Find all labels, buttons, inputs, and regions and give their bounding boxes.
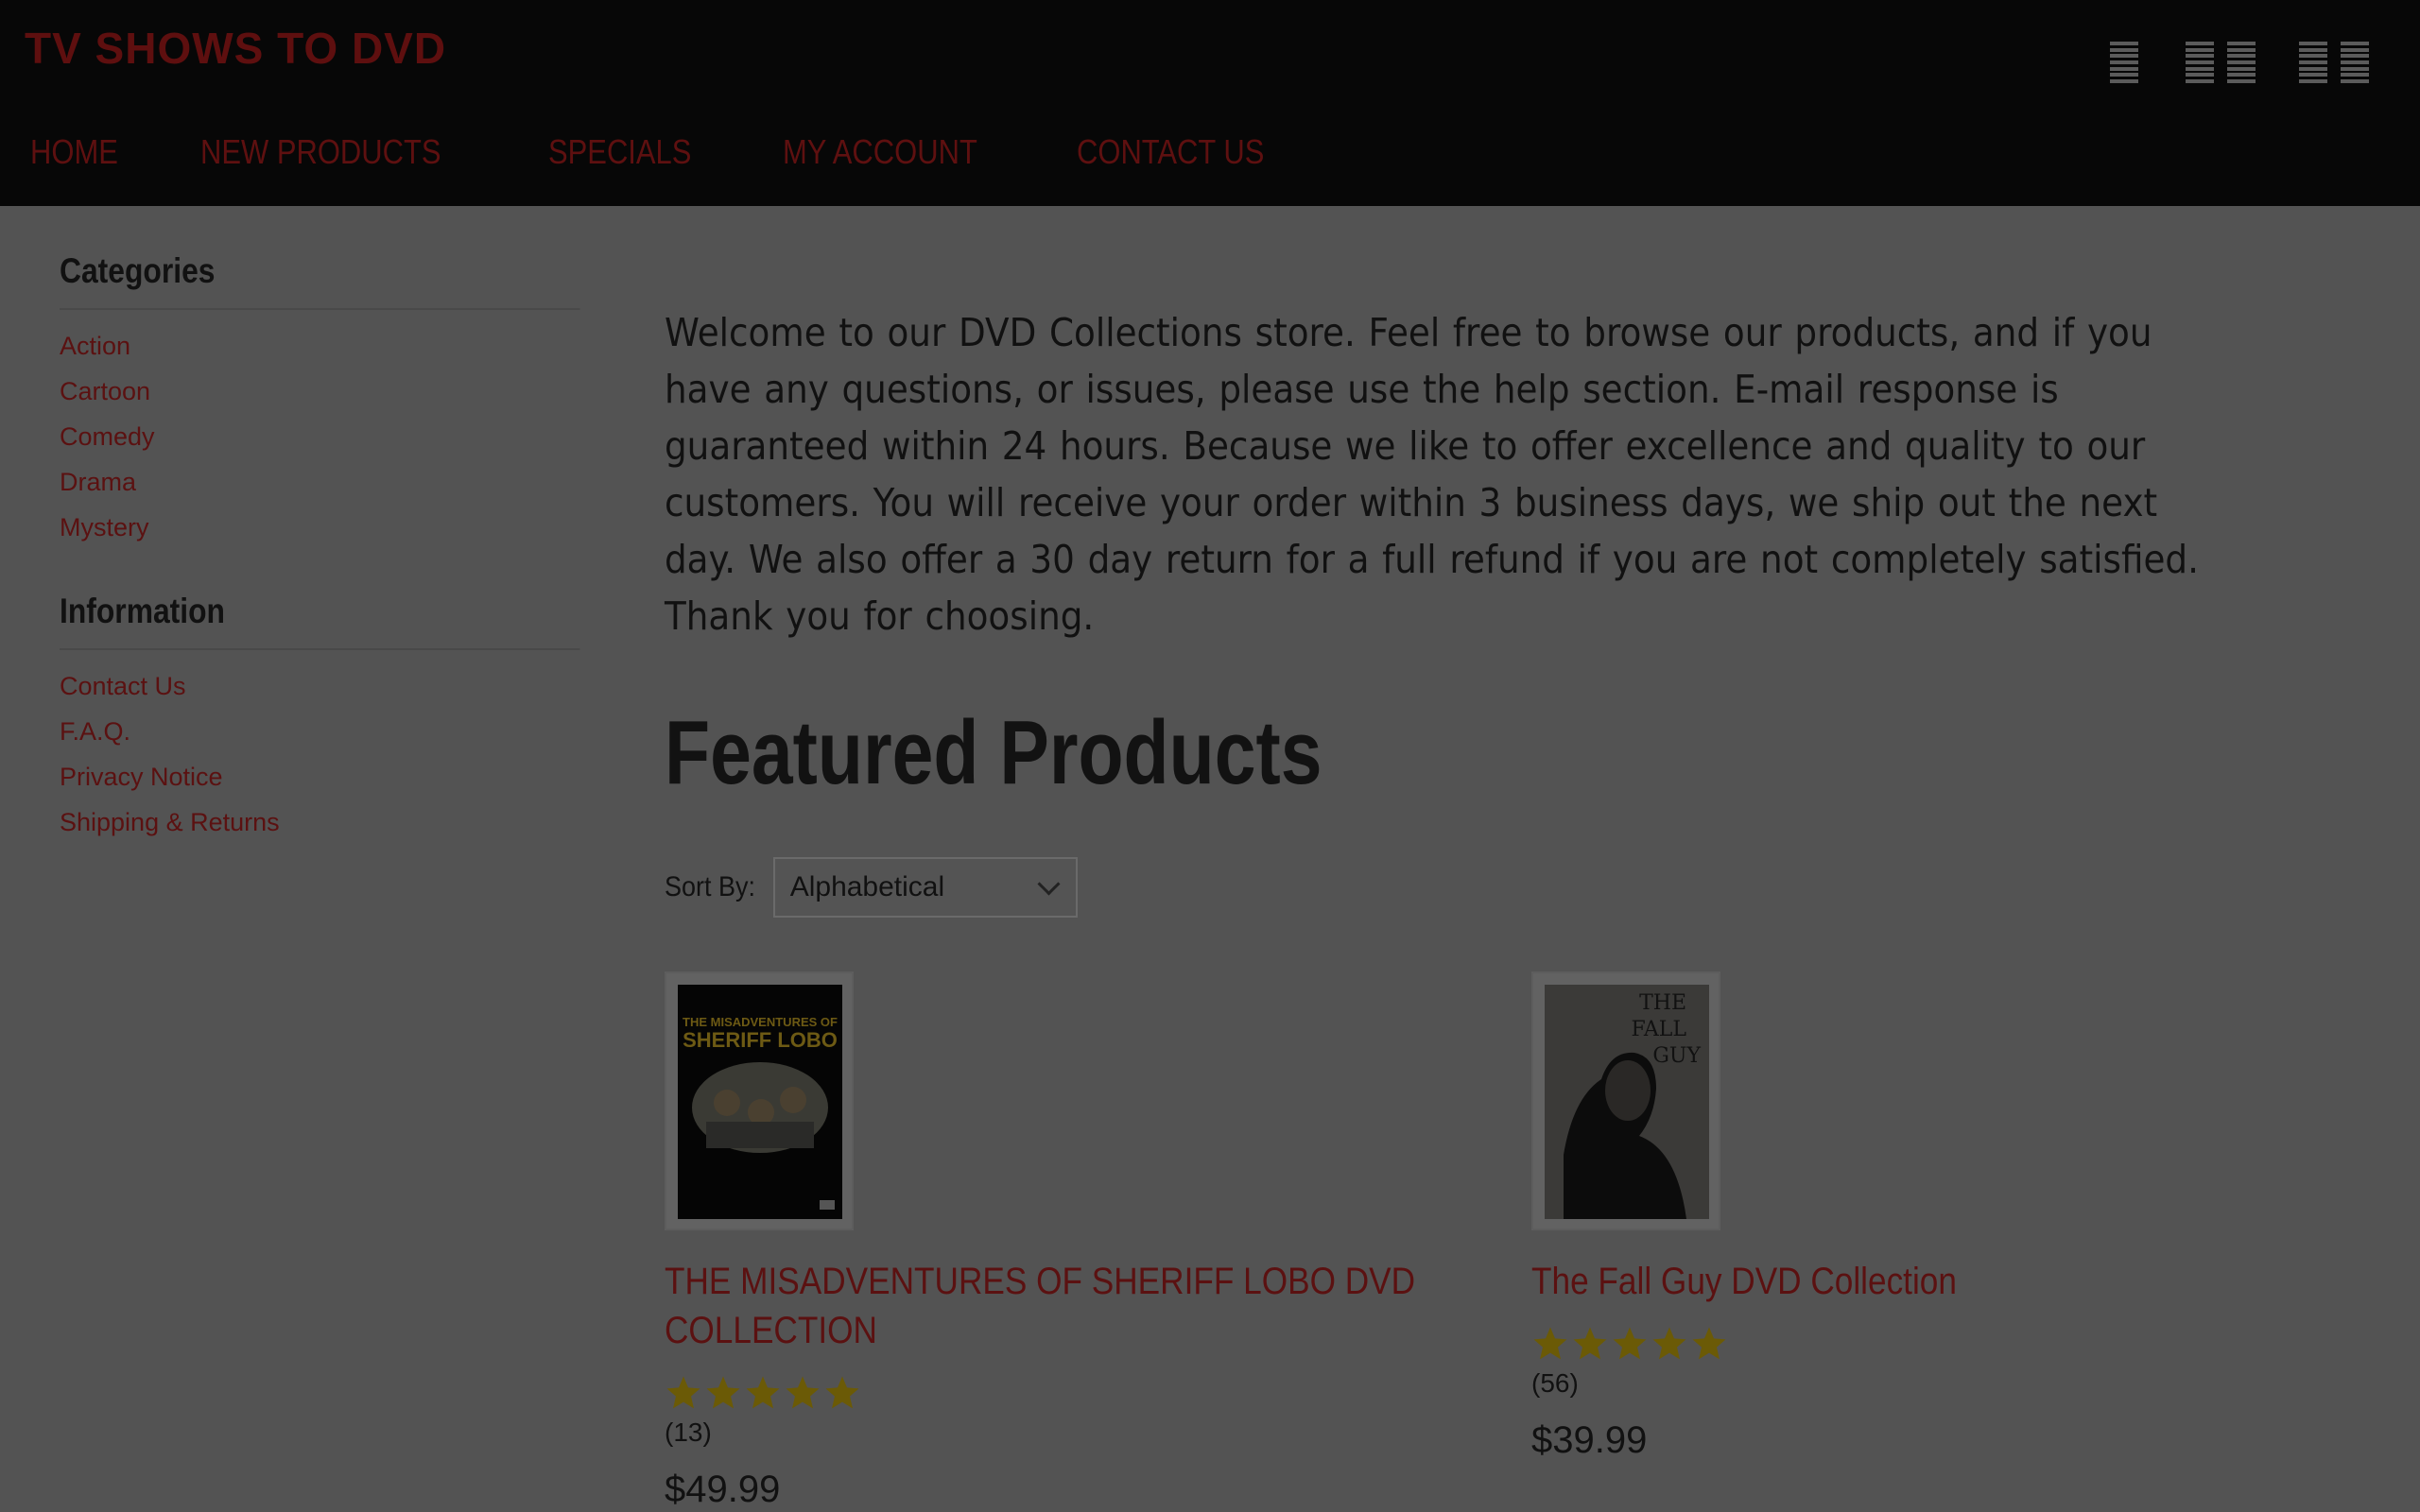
info-link-contact-us[interactable]: Contact Us (60, 672, 186, 701)
star-icon (1573, 1327, 1607, 1360)
product-image[interactable]: THE MISADVENTURES OF SHERIFF LOBO (665, 971, 854, 1230)
site-title[interactable]: TV SHOWS TO DVD (25, 23, 446, 74)
welcome-text: Welcome to our DVD Collections store. Fe… (665, 310, 2199, 639)
information-heading: Information (60, 592, 580, 650)
info-link-privacy-notice[interactable]: Privacy Notice (60, 763, 223, 792)
list-item: F.A.Q. (60, 709, 581, 754)
product-price: $39.99 (1531, 1419, 1648, 1461)
nav-home[interactable]: HOME (30, 132, 118, 176)
welcome-section: Welcome to our DVD Collections store. Fe… (665, 304, 2347, 644)
svg-text:FALL: FALL (1632, 1018, 1687, 1041)
svg-text:SHERIFF LOBO: SHERIFF LOBO (683, 1028, 838, 1052)
list-item: Cartoon (60, 369, 581, 414)
list-item: Contact Us (60, 663, 581, 709)
svg-text:THE MISADVENTURES OF: THE MISADVENTURES OF (683, 1015, 838, 1029)
category-link-drama[interactable]: Drama (60, 468, 136, 497)
product-image[interactable]: THE FALL GUY (1531, 971, 1720, 1230)
categories-block: Categories Action Cartoon Comedy Drama M… (60, 251, 581, 550)
sort-select[interactable]: Alphabetical (772, 857, 1078, 918)
dvd-cover-fall-guy: THE FALL GUY (1545, 985, 1709, 1219)
list-item: Shipping & Returns (60, 799, 581, 845)
two-column-view-icon[interactable] (2186, 42, 2256, 83)
star-icon (706, 1376, 740, 1409)
review-count: (13) (665, 1418, 712, 1447)
category-link-action[interactable]: Action (60, 332, 130, 361)
star-icon (1652, 1327, 1686, 1360)
star-icon (1692, 1327, 1726, 1360)
product-title-link[interactable]: THE MISADVENTURES OF SHERIFF LOBO DVD CO… (665, 1257, 1417, 1355)
info-link-faq[interactable]: F.A.Q. (60, 717, 130, 747)
svg-text:GUY: GUY (1652, 1044, 1701, 1068)
star-rating (665, 1374, 1421, 1414)
nav-my-account[interactable]: MY ACCOUNT (783, 132, 977, 176)
svg-text:THE: THE (1639, 991, 1686, 1015)
featured-products-heading: Featured Products (665, 702, 1322, 803)
site-header: TV SHOWS TO DVD HOME NEW PRODUCTS SPECIA… (0, 0, 2420, 206)
view-switcher-icons (2110, 42, 2394, 85)
star-icon (1613, 1327, 1647, 1360)
grid-view-icon[interactable] (2299, 42, 2369, 83)
product-card: THE MISADVENTURES OF SHERIFF LOBO THE MI… (665, 971, 1421, 1511)
product-title-link[interactable]: The Fall Guy DVD Collection (1531, 1257, 2284, 1306)
star-icon (1533, 1327, 1567, 1360)
categories-list: Action Cartoon Comedy Drama Mystery (60, 323, 581, 550)
categories-heading: Categories (60, 251, 580, 310)
main-nav: HOME NEW PRODUCTS SPECIALS MY ACCOUNT CO… (30, 132, 1295, 176)
product-card: THE FALL GUY The Fall Guy DVD Collection… (1531, 971, 2288, 1462)
sort-selected-value: Alphabetical (789, 871, 945, 902)
info-link-shipping-returns[interactable]: Shipping & Returns (60, 808, 280, 837)
list-item: Comedy (60, 414, 581, 459)
list-item: Mystery (60, 505, 581, 550)
information-block: Information Contact Us F.A.Q. Privacy No… (60, 592, 581, 845)
star-rating (1531, 1325, 2288, 1365)
list-item: Privacy Notice (60, 754, 581, 799)
sort-label: Sort By: (665, 871, 756, 902)
list-item: Action (60, 323, 581, 369)
nav-specials[interactable]: SPECIALS (548, 132, 691, 176)
sidebar: Categories Action Cartoon Comedy Drama M… (60, 251, 581, 845)
sort-control: Sort By: Alphabetical (665, 856, 1078, 919)
list-view-icon[interactable] (2110, 42, 2138, 83)
dvd-cover-sheriff-lobo: THE MISADVENTURES OF SHERIFF LOBO (678, 985, 842, 1219)
nav-contact-us[interactable]: CONTACT US (1077, 132, 1264, 176)
chevron-down-icon (1037, 871, 1061, 896)
category-link-mystery[interactable]: Mystery (60, 513, 149, 542)
information-list: Contact Us F.A.Q. Privacy Notice Shippin… (60, 663, 581, 845)
product-price: $49.99 (665, 1469, 781, 1510)
category-link-comedy[interactable]: Comedy (60, 422, 155, 452)
nav-new-products[interactable]: NEW PRODUCTS (200, 132, 441, 176)
star-icon (825, 1376, 859, 1409)
review-count: (56) (1531, 1368, 1579, 1398)
star-icon (786, 1376, 820, 1409)
list-item: Drama (60, 459, 581, 505)
category-link-cartoon[interactable]: Cartoon (60, 377, 150, 406)
star-icon (746, 1376, 780, 1409)
star-icon (666, 1376, 700, 1409)
